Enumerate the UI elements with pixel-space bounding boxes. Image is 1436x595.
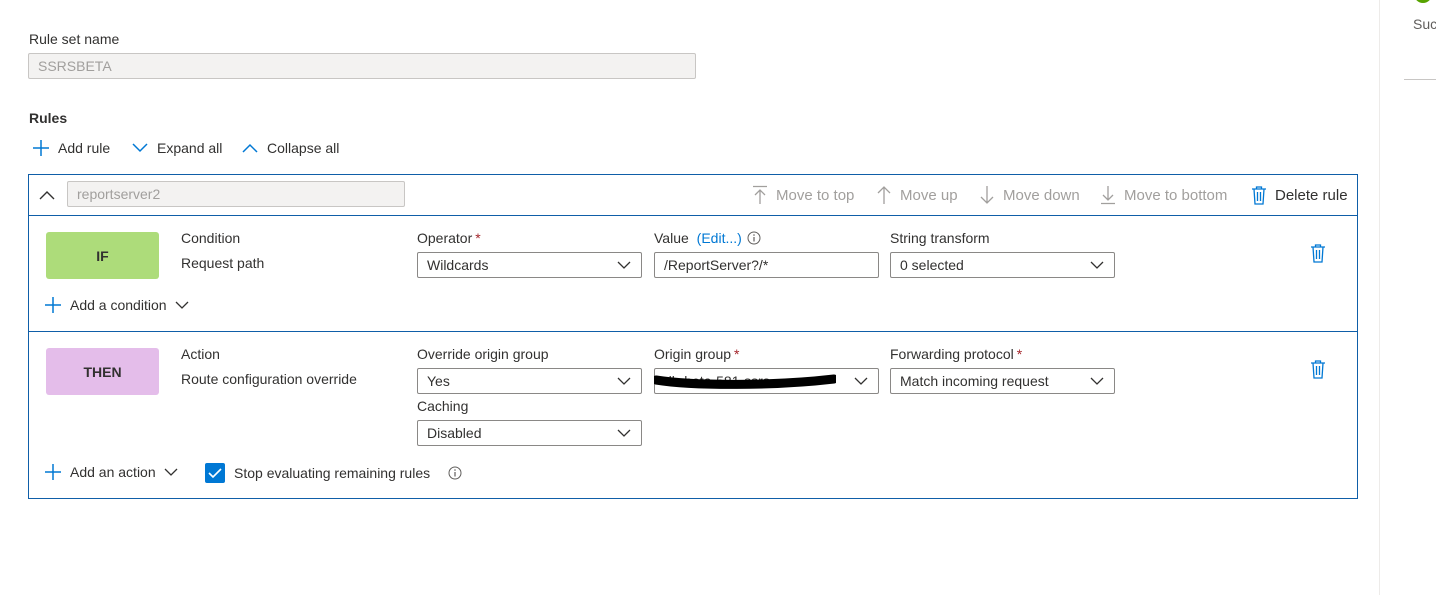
condition-label: Condition [181, 230, 241, 246]
condition-action-divider [28, 331, 1358, 332]
chevron-down-icon [1090, 261, 1104, 269]
collapse-all-label: Collapse all [267, 140, 340, 156]
status-text: Suc [1413, 16, 1436, 32]
override-origin-group-label: Override origin group [417, 346, 549, 362]
forwarding-protocol-label: Forwarding protocol * [890, 346, 1023, 362]
add-rule-button[interactable]: Add rule [32, 139, 110, 157]
rule-set-name-label: Rule set name [29, 31, 120, 47]
add-condition-button[interactable]: Add a condition [44, 296, 189, 314]
move-down-button[interactable]: Move down [979, 185, 1080, 205]
origin-group-label: Origin group * [654, 346, 740, 362]
chevron-down-icon [617, 261, 631, 269]
chevron-up-icon [242, 143, 258, 153]
chevron-down-icon [132, 143, 148, 153]
rule-name-input[interactable]: reportserver2 [67, 181, 405, 207]
plus-icon [45, 464, 61, 480]
value-label: Value (Edit...) [654, 230, 742, 246]
stop-evaluating-label: Stop evaluating remaining rules [234, 465, 431, 481]
side-panel-separator [1404, 79, 1436, 80]
plus-icon [45, 297, 61, 313]
move-to-bottom-icon [1101, 186, 1115, 205]
chevron-down-icon [164, 468, 178, 476]
trash-icon [1252, 186, 1266, 205]
collapse-rule-toggle[interactable] [38, 186, 56, 204]
delete-action-trash-icon[interactable] [1310, 359, 1326, 379]
rule-set-name-input[interactable]: SSRSBETA [28, 53, 696, 79]
chevron-up-icon [39, 191, 55, 200]
add-rule-label: Add rule [58, 140, 111, 156]
operator-dropdown[interactable]: Wildcards [417, 252, 642, 278]
caching-value: Disabled [427, 425, 482, 441]
expand-all-label: Expand all [157, 140, 223, 156]
override-origin-group-dropdown[interactable]: Yes [417, 368, 642, 394]
operator-label: Operator * [417, 230, 481, 246]
stop-evaluating-checkbox[interactable] [205, 463, 225, 483]
action-value: Route configuration override [181, 371, 357, 387]
info-icon[interactable] [448, 466, 462, 480]
info-icon[interactable] [747, 231, 761, 245]
plus-icon [33, 140, 49, 156]
chevron-down-icon [617, 377, 631, 385]
then-badge: THEN [46, 348, 159, 395]
move-to-top-button[interactable]: Move to top [752, 185, 854, 205]
move-down-label: Move down [1003, 186, 1080, 204]
condition-value: Request path [181, 255, 265, 271]
collapse-all-button[interactable]: Collapse all [241, 139, 339, 157]
delete-rule-label: Delete rule [1275, 186, 1348, 204]
rule-card [28, 174, 1358, 499]
redaction-mark [654, 374, 836, 389]
add-action-label: Add an action [70, 464, 156, 480]
move-up-label: Move up [900, 186, 958, 204]
action-label: Action [181, 346, 220, 362]
chevron-down-icon [854, 377, 868, 385]
move-to-bottom-button[interactable]: Move to bottom [1100, 185, 1227, 205]
chevron-down-icon [617, 429, 631, 437]
move-up-button[interactable]: Move up [876, 185, 958, 205]
value-input[interactable]: /ReportServer?/* [654, 252, 879, 278]
add-condition-label: Add a condition [70, 297, 167, 313]
chevron-down-icon [1090, 377, 1104, 385]
move-to-top-icon [753, 185, 767, 204]
success-icon [1416, 0, 1430, 3]
side-panel-divider [1379, 0, 1380, 595]
forwarding-protocol-dropdown[interactable]: Match incoming request [890, 368, 1115, 394]
string-transform-dropdown[interactable]: 0 selected [890, 252, 1115, 278]
rule-header-divider [28, 215, 1358, 216]
delete-condition-trash-icon[interactable] [1310, 243, 1326, 263]
move-to-top-label: Move to top [776, 186, 855, 204]
caching-dropdown[interactable]: Disabled [417, 420, 642, 446]
chevron-down-icon [175, 301, 188, 309]
forwarding-protocol-value: Match incoming request [900, 373, 1049, 389]
string-transform-label: String transform [890, 230, 990, 246]
delete-rule-button[interactable]: Delete rule [1251, 185, 1348, 205]
arrow-down-icon [980, 186, 994, 204]
operator-value: Wildcards [427, 257, 489, 273]
checkmark-icon [208, 468, 222, 479]
add-action-button[interactable]: Add an action [44, 463, 178, 481]
if-badge: IF [46, 232, 159, 279]
string-transform-value: 0 selected [900, 257, 964, 273]
arrow-up-icon [877, 186, 891, 204]
expand-all-button[interactable]: Expand all [131, 139, 222, 157]
rules-heading: Rules [29, 110, 68, 126]
value-edit-link[interactable]: (Edit...) [697, 230, 742, 246]
caching-label: Caching [417, 398, 469, 414]
override-origin-group-value: Yes [427, 373, 450, 389]
move-to-bottom-label: Move to bottom [1124, 186, 1228, 204]
